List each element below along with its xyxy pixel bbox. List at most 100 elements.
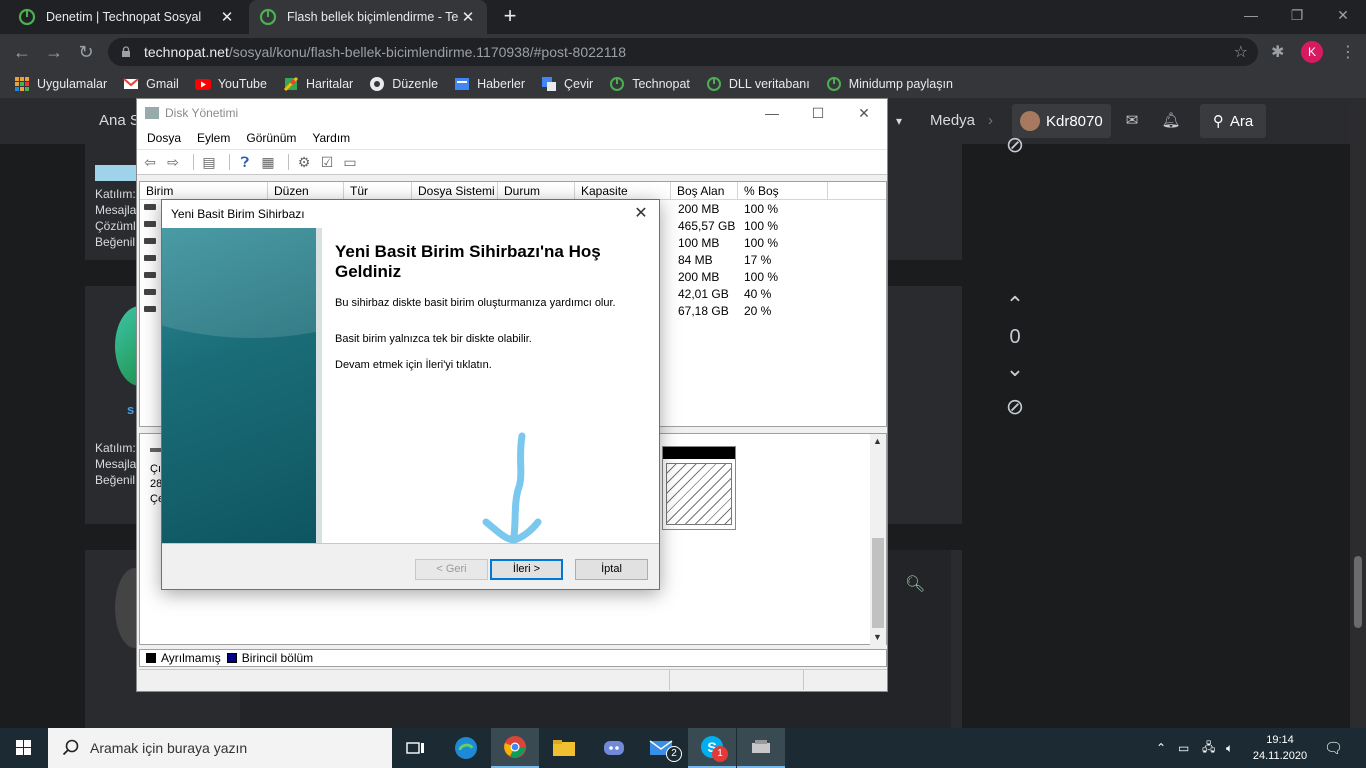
cancel-button[interactable]: İptal xyxy=(575,559,648,580)
primary-partition-swatch xyxy=(226,653,237,663)
maximize-icon[interactable]: ☐ xyxy=(795,101,841,125)
start-button[interactable] xyxy=(0,728,48,768)
checklist-icon[interactable]: ☑ xyxy=(318,154,336,170)
new-tab-button[interactable]: + xyxy=(498,5,522,29)
menu-eylem[interactable]: Eylem xyxy=(189,131,238,145)
task-view-icon[interactable] xyxy=(392,728,440,768)
table-row[interactable]: 200 MB 100 % xyxy=(672,202,798,219)
column-bos-alan[interactable]: Boş Alan xyxy=(671,182,738,199)
menu-kebab-icon[interactable]: ⋮ xyxy=(1340,42,1356,62)
next-button[interactable]: İleri > xyxy=(490,559,563,580)
column-kapasite[interactable]: Kapasite xyxy=(575,182,671,199)
close-tab-icon[interactable]: ✕ xyxy=(459,8,477,26)
scrollbar-thumb[interactable] xyxy=(1354,556,1362,628)
tab-denetim[interactable]: Denetim | Technopat Sosyal ✕ xyxy=(8,0,246,34)
bell-icon[interactable]: 🔔︎ xyxy=(1152,104,1190,138)
column-durum[interactable]: Durum xyxy=(498,182,575,199)
profile-avatar[interactable]: K xyxy=(1301,41,1323,63)
bookmark-apps[interactable]: Uygulamalar xyxy=(14,76,107,92)
downvote-icon[interactable]: ⌄ xyxy=(993,356,1037,382)
table-row[interactable]: 465,57 GB 100 % xyxy=(672,219,798,236)
volume-icon[interactable]: 🔈︎ xyxy=(1226,728,1233,768)
close-window-icon[interactable]: ✕ xyxy=(1320,0,1366,34)
extensions-puzzle-icon[interactable]: ✱ xyxy=(1271,42,1284,62)
preview-icon[interactable]: 🔍︎ xyxy=(905,574,925,594)
unallocated-partition[interactable] xyxy=(662,446,736,530)
scroll-up-icon[interactable]: ▲ xyxy=(873,436,882,446)
table-row[interactable]: 42,01 GB 40 % xyxy=(672,287,798,304)
username[interactable]: s xyxy=(127,402,134,417)
tab-flash-bellek[interactable]: Flash bellek biçimlendirme - Tech ✕ xyxy=(249,0,487,34)
system-clock[interactable]: 19:14 24.11.2020 xyxy=(1250,732,1310,764)
column-duzen[interactable]: Düzen xyxy=(268,182,344,199)
bookmark-dll[interactable]: DLL veritabanı xyxy=(706,76,810,92)
nav-media[interactable]: Medya xyxy=(930,98,975,144)
close-window-icon[interactable]: ✕ xyxy=(841,101,887,125)
file-explorer-icon[interactable] xyxy=(540,728,588,768)
settings-panel-icon[interactable]: ▭ xyxy=(341,154,359,170)
bookmark-cevir[interactable]: Çevir xyxy=(541,76,593,92)
cell-free: 465,57 GB xyxy=(678,219,736,233)
disk-management-taskbar-icon[interactable] xyxy=(737,728,785,768)
bookmark-maps[interactable]: Haritalar xyxy=(283,76,353,92)
close-icon[interactable]: ✕ xyxy=(631,204,651,224)
scroll-down-icon[interactable]: ▼ xyxy=(873,632,882,642)
restore-icon[interactable]: ❐ xyxy=(1274,0,1320,34)
nav-home[interactable]: Ana S xyxy=(99,98,140,144)
back-arrow-icon[interactable]: ⇦ xyxy=(141,154,159,170)
connect-icon[interactable]: ⚙ xyxy=(295,154,313,170)
page-scrollbar[interactable] xyxy=(1350,98,1366,728)
table-row[interactable]: 67,18 GB 20 % xyxy=(672,304,798,321)
bookmark-technopat[interactable]: Technopat xyxy=(609,76,690,92)
scrollbar-thumb[interactable] xyxy=(872,538,884,628)
forward-arrow-icon[interactable]: ⇨ xyxy=(164,154,182,170)
volume-drive-icon xyxy=(144,255,156,261)
bookmark-youtube[interactable]: YouTube xyxy=(194,76,267,92)
battery-icon[interactable]: ▭ xyxy=(1178,728,1189,768)
chevron-down-icon[interactable]: ▾ xyxy=(896,98,902,144)
minimize-icon[interactable]: — xyxy=(1228,0,1274,34)
column-tur[interactable]: Tür xyxy=(344,182,412,199)
taskbar-search[interactable]: Aramak için buraya yazın xyxy=(48,728,392,768)
properties-icon[interactable]: ▦ xyxy=(259,154,277,170)
skype-icon[interactable]: S 1 xyxy=(688,728,736,768)
graph-scrollbar[interactable]: ▲ ▼ xyxy=(870,434,886,646)
reload-icon[interactable]: ↻ xyxy=(74,40,98,64)
table-row[interactable]: 100 MB 100 % xyxy=(672,236,798,253)
column-birim[interactable]: Birim xyxy=(140,182,268,199)
envelope-icon[interactable]: ✉ xyxy=(1113,104,1151,138)
mail-icon[interactable]: 2 xyxy=(638,728,686,768)
bookmark-haberler[interactable]: Haberler xyxy=(454,76,525,92)
discord-icon[interactable] xyxy=(590,728,638,768)
edge-icon[interactable] xyxy=(442,728,490,768)
bookmark-label: Minidump paylaşın xyxy=(848,77,953,91)
network-icon[interactable]: 🖧︎ xyxy=(1202,728,1215,768)
column-dosya-sistemi[interactable]: Dosya Sistemi xyxy=(412,182,498,199)
close-tab-icon[interactable]: ✕ xyxy=(218,8,236,26)
table-row[interactable]: 200 MB 100 % xyxy=(672,270,798,287)
back-button[interactable]: < Geri xyxy=(415,559,488,580)
notifications-icon[interactable]: 🗨︎ xyxy=(1324,728,1343,768)
bookmark-star-icon[interactable]: ☆ xyxy=(1234,42,1248,62)
menu-yardim[interactable]: Yardım xyxy=(304,131,358,145)
column-yuzde-bos[interactable]: % Boş xyxy=(738,182,828,199)
bookmark-duzenle[interactable]: Düzenle xyxy=(369,76,438,92)
forward-icon[interactable]: → xyxy=(42,40,66,64)
console-tree-icon[interactable]: ▤ xyxy=(200,154,218,170)
bookmark-gmail[interactable]: Gmail xyxy=(123,76,179,92)
table-row[interactable]: 84 MB 17 % xyxy=(672,253,798,270)
back-icon[interactable]: ← xyxy=(10,40,34,64)
menu-dosya[interactable]: Dosya xyxy=(139,131,189,145)
help-icon[interactable]: ❓︎ xyxy=(236,154,254,170)
menu-gorunum[interactable]: Görünüm xyxy=(238,131,304,145)
solution-check-icon[interactable]: ⊘ xyxy=(993,132,1037,158)
tray-chevron-up-icon[interactable]: ⌃ xyxy=(1156,728,1166,768)
bookmark-minidump[interactable]: Minidump paylaşın xyxy=(826,76,953,92)
info-label: Mesajla xyxy=(95,457,137,471)
solution-check-icon[interactable]: ⊘ xyxy=(993,394,1037,420)
minimize-icon[interactable]: — xyxy=(749,101,795,125)
search-button[interactable]: ⚲ Ara xyxy=(1200,104,1266,138)
url-input[interactable]: technopat.net/sosyal/konu/flash-bellek-b… xyxy=(108,38,1258,66)
upvote-icon[interactable]: ⌃ xyxy=(993,292,1037,318)
chrome-icon[interactable] xyxy=(491,728,539,768)
